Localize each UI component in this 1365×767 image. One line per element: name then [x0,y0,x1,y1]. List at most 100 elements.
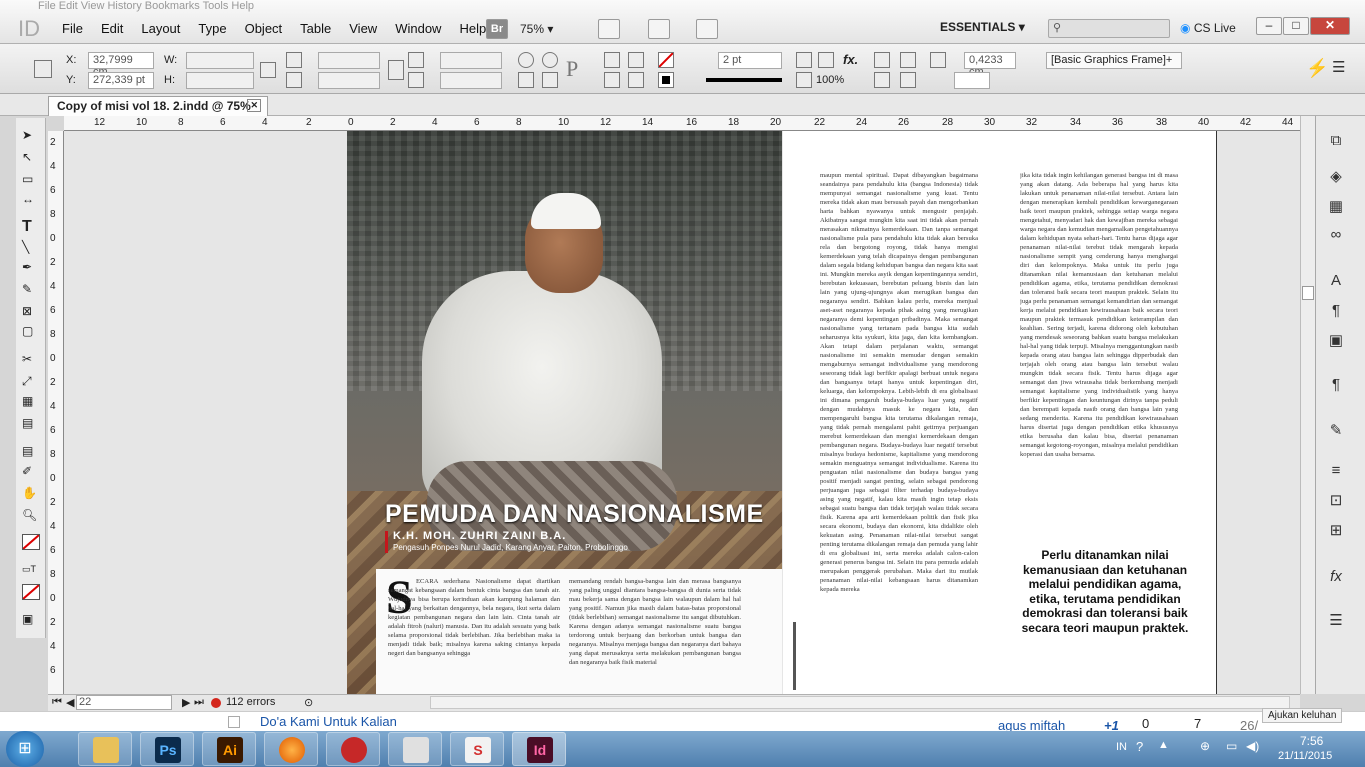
text-column-1[interactable]: ECARA sederhana Nasionalisme dapat diart… [388,577,560,690]
rotate-ccw-icon[interactable] [542,52,558,68]
object-style-select[interactable]: [Basic Graphics Frame]+ [1046,52,1182,69]
flip-horizontal-icon[interactable] [518,72,534,88]
taskbar-firefox[interactable] [264,732,318,766]
reference-point-icon[interactable] [34,60,52,78]
selection-tool-icon[interactable]: ➤ [22,128,40,144]
hand-tool-icon[interactable]: ✋ [22,486,40,502]
drop-shadow-icon[interactable] [796,52,812,68]
language-indicator[interactable]: IN [1116,741,1127,753]
align-left-icon[interactable] [874,52,890,68]
y-field[interactable]: 272,339 pt [88,72,154,89]
link-icon[interactable] [388,60,404,80]
pages-panel-icon[interactable]: ⧉ [1326,132,1346,150]
scale-percent[interactable]: 100% [816,74,844,86]
menu-type[interactable]: Type [198,21,226,36]
rectangle-frame-tool-icon[interactable]: ⊠ [22,304,40,320]
constrain-proportions-icon[interactable] [260,62,276,78]
fill-swatch-icon[interactable] [658,52,674,68]
scale-x-field[interactable] [318,52,380,69]
select-previous-icon[interactable] [628,52,644,68]
document-tab[interactable]: Copy of misi vol 18. 2.indd @ 75% ✕ [48,96,268,116]
post-link[interactable]: Do'a Kami Untuk Kalian [260,714,397,729]
text-column-3[interactable]: maupun mental spiritual. Dapat dibayangk… [820,171,978,691]
maximize-button[interactable]: □ [1283,17,1309,35]
layers-panel-icon[interactable]: ◈ [1326,168,1346,186]
links-panel-icon[interactable]: ▦ [1326,198,1346,216]
clock-time[interactable]: 7:56 [1300,734,1323,748]
close-button[interactable]: ✕ [1310,17,1350,35]
pathfinder-panel-icon[interactable]: ⊞ [1326,522,1346,540]
horizontal-scrollbar[interactable] [430,696,1290,709]
taskbar-indesign[interactable]: Id [512,732,566,766]
effects-icon[interactable]: fx. [843,52,858,67]
text-column-2[interactable]: memandang rendah bangsa-bangsa lain dan … [569,577,741,690]
search-input[interactable]: ⚲ [1048,19,1170,38]
direct-selection-tool-icon[interactable]: ↖ [22,150,40,166]
preflight-errors[interactable]: 112 errors [226,696,275,708]
first-page-icon[interactable]: ⏮ [52,696,62,709]
rectangle-tool-icon[interactable]: ▢ [22,324,40,340]
start-button[interactable]: ⊞ [6,731,44,767]
text-wrap-icon[interactable] [930,52,946,68]
author-role[interactable]: Pengasuh Ponpes Nurul Jadid, Karang Anya… [393,543,628,552]
article-author[interactable]: K.H. MOH. ZUHRI ZAINI B.A. [393,530,566,542]
article-headline[interactable]: PEMUDA DAN NASIONALISME [385,500,764,529]
screen-mode-icon[interactable] [648,19,670,39]
previous-page-icon[interactable]: ◀ [66,696,74,709]
scale-x-icon[interactable] [286,52,302,68]
effects-panel-icon[interactable]: fx [1326,568,1346,586]
quick-apply-icon[interactable]: ⚡ [1306,58,1328,79]
volume-icon[interactable]: ◀) [1246,739,1259,753]
shear-field[interactable] [440,72,502,89]
workspace-switcher[interactable]: ESSENTIALS ▾ [940,20,1025,34]
gap-tool-icon[interactable]: ↔ [22,192,40,208]
character-styles-icon[interactable]: A [1326,272,1346,290]
network-icon[interactable]: ⊕ [1200,739,1210,753]
width-field[interactable] [186,52,254,69]
open-document-icon[interactable]: ⊙ [304,696,313,709]
select-container-icon[interactable] [604,52,620,68]
menu-layout[interactable]: Layout [141,21,180,36]
text-column-4[interactable]: jika kita tidak ingin kehilangan generas… [1020,171,1178,535]
offset-field[interactable]: 0,4233 cm [964,52,1016,78]
gradient-tool-icon[interactable]: ▦ [22,394,40,410]
menu-table[interactable]: Table [300,21,331,36]
note-tool-icon[interactable]: ▤ [22,444,40,460]
taskbar-ccleaner[interactable] [326,732,380,766]
links-chain-icon[interactable]: ∞ [1326,226,1346,244]
rotate-cw-icon[interactable] [518,52,534,68]
screen-mode-icon[interactable]: ▣ [22,612,40,628]
taskbar-photoshop[interactable]: Ps [140,732,194,766]
stroke-swatch-icon[interactable] [658,72,674,88]
taskbar-illustrator[interactable]: Ai [202,732,256,766]
pull-quote[interactable]: Perlu ditanamkan nilai kemanusiaan dan k… [1020,548,1190,635]
shear-icon[interactable] [408,72,424,88]
page-number-field[interactable]: 22 [76,695,172,710]
bridge-button[interactable]: Br [486,19,508,39]
menu-edit[interactable]: Edit [101,21,123,36]
stroke-weight-field[interactable]: 2 pt [718,52,782,69]
battery-icon[interactable]: ▭ [1226,739,1237,753]
x-field[interactable]: 32,7999 cm [88,52,154,78]
panel-menu-icon[interactable]: ☰ [1332,58,1345,76]
checkbox-icon[interactable] [228,716,240,728]
menu-file[interactable]: File [62,21,83,36]
taskbar-snagit[interactable]: S [450,732,504,766]
menu-window[interactable]: Window [395,21,441,36]
line-tool-icon[interactable]: ╲ [22,240,40,256]
distribute-left-icon[interactable] [874,72,890,88]
distribute-center-icon[interactable] [900,72,916,88]
apply-none-icon[interactable] [22,584,40,600]
scale-y-icon[interactable] [286,72,302,88]
corner-options-field[interactable] [954,72,990,89]
menu-help[interactable]: Help [459,21,486,36]
arrange-documents-icon[interactable] [696,19,718,39]
page-tool-icon[interactable]: ▭ [22,172,40,188]
next-page-icon[interactable]: ▶ [182,696,190,709]
report-button[interactable]: Ajukan keluhan [1262,708,1343,723]
text-frame-handle[interactable] [793,622,796,690]
scale-y-field[interactable] [318,72,380,89]
stroke-type-line[interactable] [706,78,782,82]
taskbar-explorer[interactable] [78,732,132,766]
pencil-tool-icon[interactable]: ✎ [22,282,40,298]
